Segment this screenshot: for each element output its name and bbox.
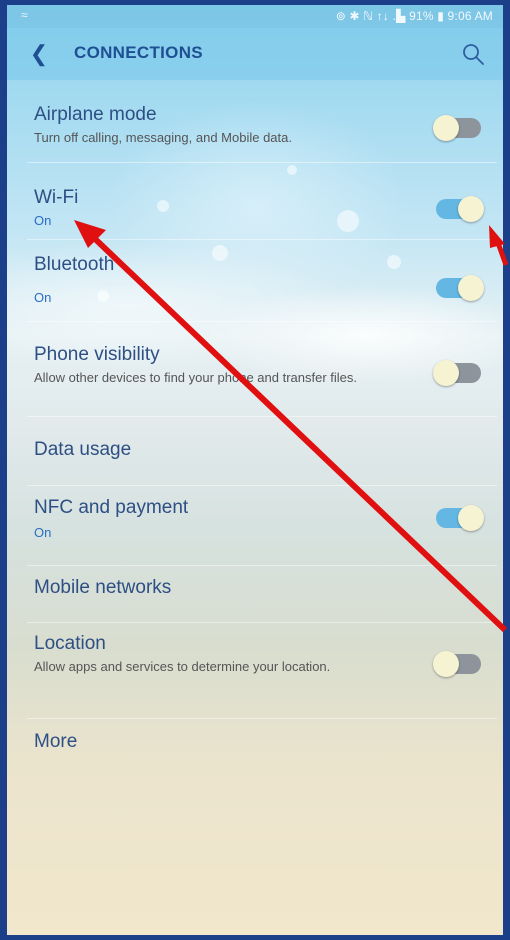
status-bar: ≈ ⊚ ✱ ℕ ↑↓ .▙ 91% ▮ 9:06 AM xyxy=(7,5,503,28)
bluetooth-toggle[interactable] xyxy=(436,275,484,301)
setting-title: Mobile networks xyxy=(34,577,172,598)
setting-title: Wi-Fi xyxy=(34,187,79,208)
setting-title: Phone visibility xyxy=(34,344,160,365)
app-bar: ❮ CONNECTIONS xyxy=(7,28,503,80)
nfc-toggle[interactable] xyxy=(436,505,484,531)
phone-screen: ≈ ⊚ ✱ ℕ ↑↓ .▙ 91% ▮ 9:06 AM ❮ CONNECTION… xyxy=(7,5,503,935)
setting-subtitle: On xyxy=(34,290,52,305)
toggle-knob xyxy=(458,505,484,531)
setting-subtitle: Allow other devices to find your phone a… xyxy=(34,370,358,385)
setting-phone-visibility[interactable]: Phone visibility Allow other devices to … xyxy=(7,322,503,415)
setting-subtitle: Turn off calling, messaging, and Mobile … xyxy=(34,130,292,145)
setting-title: Airplane mode xyxy=(34,104,157,125)
wifi-toggle[interactable] xyxy=(436,196,484,222)
toggle-knob xyxy=(433,651,459,677)
setting-subtitle: Allow apps and services to determine you… xyxy=(34,659,331,674)
setting-more[interactable]: More xyxy=(7,719,503,774)
setting-location[interactable]: Location Allow apps and services to dete… xyxy=(7,623,503,718)
page-title: CONNECTIONS xyxy=(74,43,203,62)
toggle-knob xyxy=(433,115,459,141)
setting-data-usage[interactable]: Data usage xyxy=(7,417,503,484)
setting-airplane-mode[interactable]: Airplane mode Turn off calling, messagin… xyxy=(7,80,503,162)
setting-bluetooth[interactable]: Bluetooth On xyxy=(7,240,503,320)
toggle-knob xyxy=(458,196,484,222)
setting-title: Data usage xyxy=(34,439,132,460)
toggle-knob xyxy=(458,275,484,301)
setting-subtitle: On xyxy=(34,213,52,228)
setting-title: More xyxy=(34,731,78,752)
airplane-mode-toggle[interactable] xyxy=(433,115,481,141)
setting-nfc-and-payment[interactable]: NFC and payment On xyxy=(7,486,503,564)
search-icon[interactable] xyxy=(461,42,485,66)
setting-title: Location xyxy=(34,633,106,654)
phone-visibility-toggle[interactable] xyxy=(433,360,481,386)
toggle-knob xyxy=(433,360,459,386)
status-icons: ⊚ ✱ ℕ ↑↓ .▙ 91% ▮ 9:06 AM xyxy=(335,9,493,23)
setting-title: Bluetooth xyxy=(34,254,115,275)
setting-title: NFC and payment xyxy=(34,497,189,518)
wifi-status-icon: ≈ xyxy=(21,8,28,22)
setting-subtitle: On xyxy=(34,525,52,540)
back-chevron-icon[interactable]: ❮ xyxy=(29,40,49,68)
setting-wifi[interactable]: Wi-Fi On xyxy=(7,163,503,239)
location-toggle[interactable] xyxy=(433,651,481,677)
